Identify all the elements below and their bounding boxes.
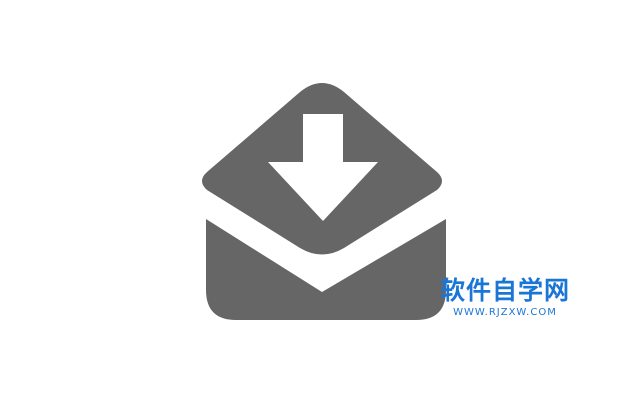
watermark-title: 软件自学网 xyxy=(439,276,570,305)
canvas: 软件自学网 WWW.RJZXW.COM xyxy=(0,0,643,417)
inbox-download-icon xyxy=(202,83,446,320)
watermark: 软件自学网 WWW.RJZXW.COM xyxy=(425,276,585,319)
watermark-url: WWW.RJZXW.COM xyxy=(453,307,557,318)
